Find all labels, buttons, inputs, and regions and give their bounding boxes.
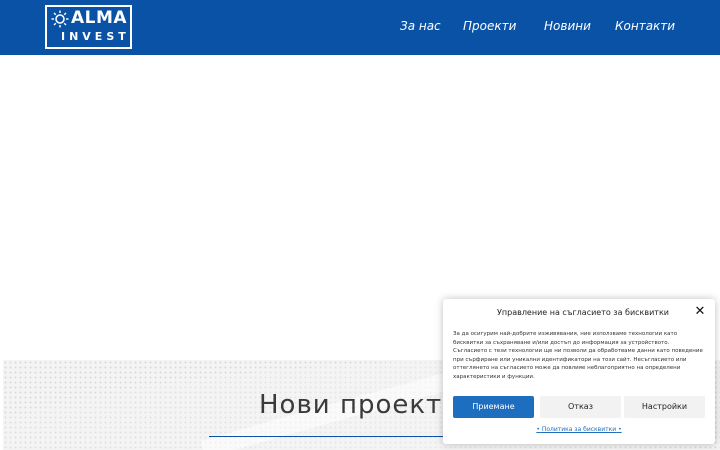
- cookie-dialog-text: За да осигурим най-добрите изживявания, …: [453, 331, 703, 380]
- nav-item-news[interactable]: Новини: [544, 19, 591, 33]
- cookie-policy-link-row: • Политика за бисквитки •: [443, 426, 715, 433]
- alma-invest-logo[interactable]: ALMA INVEST: [45, 5, 132, 49]
- close-icon[interactable]: ✕: [693, 305, 707, 319]
- cookie-consent-dialog: Управление на съгласието за бисквитки ✕ …: [443, 299, 715, 444]
- deny-button[interactable]: Отказ: [540, 396, 621, 418]
- nav-item-about[interactable]: За нас: [400, 19, 441, 33]
- nav-item-projects[interactable]: Проекти: [463, 19, 516, 33]
- section-title-underline: [209, 436, 449, 437]
- logo-text-bottom: INVEST: [61, 30, 130, 43]
- section-title: Нови проект: [259, 390, 443, 420]
- settings-button[interactable]: Настройки: [624, 396, 705, 418]
- cookie-policy-link[interactable]: Политика за бисквитки: [542, 426, 616, 433]
- logo-text-top: ALMA: [71, 8, 128, 28]
- accept-button[interactable]: Приемане: [453, 396, 534, 418]
- bullet-icon: •: [536, 426, 540, 433]
- bullet-icon: •: [618, 426, 622, 433]
- sun-icon: [51, 10, 69, 28]
- site-header: ALMA INVEST За нас Проекти Новини Контак…: [0, 0, 720, 55]
- nav-item-contacts[interactable]: Контакти: [615, 19, 675, 33]
- cookie-dialog-title: Управление на съгласието за бисквитки: [497, 308, 669, 317]
